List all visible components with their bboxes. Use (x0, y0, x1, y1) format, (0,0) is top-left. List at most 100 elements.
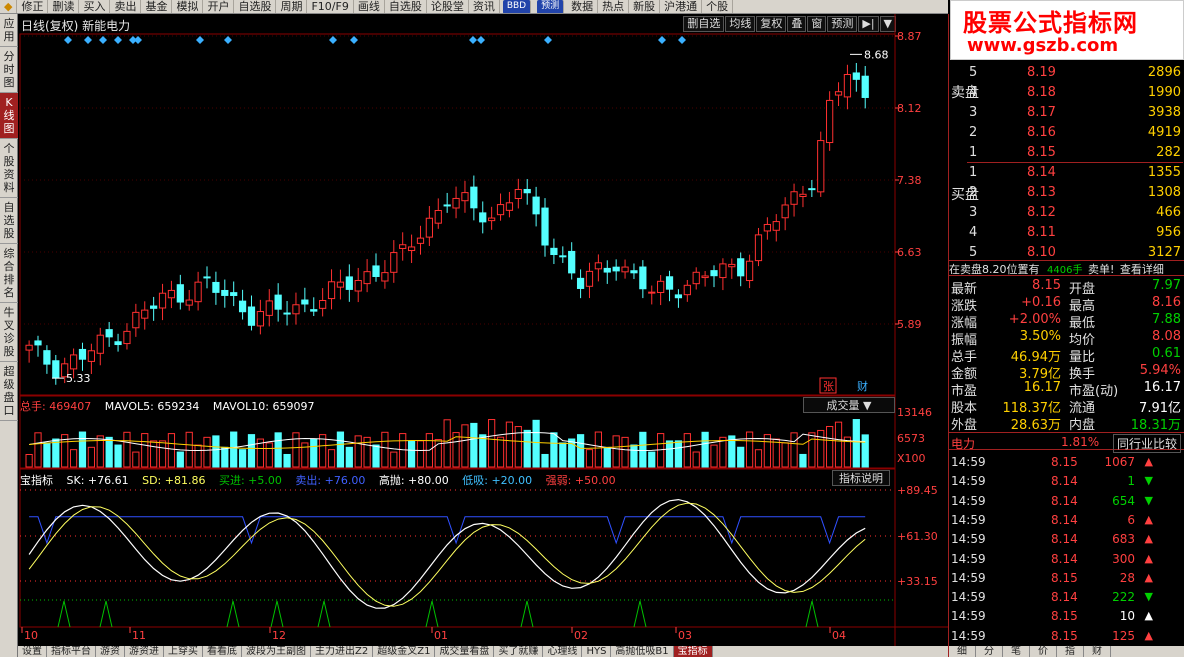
bottom-tab-1[interactable]: 指标平台 (47, 646, 96, 657)
indicator-axis-label: +33.15 (897, 575, 938, 588)
level-price: 8.18 (1027, 85, 1056, 100)
volume-bar (327, 449, 336, 468)
volume-bar (496, 436, 505, 468)
candle-body (817, 140, 825, 193)
bottom-tab-12[interactable]: HYS (582, 646, 612, 657)
right-tab-2[interactable]: 笔 (1003, 646, 1030, 657)
candle-body (141, 309, 149, 319)
bottom-tab-6[interactable]: 波段为王副图 (242, 646, 311, 657)
stat-value: +0.16 (1021, 295, 1061, 310)
signal-diamond-icon (134, 36, 142, 44)
cai-badge: 财 (857, 379, 868, 393)
bottom-tab-13[interactable]: 高抛低吸B1 (611, 646, 674, 657)
bottom-tab-10[interactable]: 买了就赚 (494, 646, 544, 657)
candle-body (683, 284, 691, 296)
trade-row: 14:59 8.15 125 ▲ (951, 627, 1183, 646)
buy-level-row[interactable]: 4 8.11 956 (967, 222, 1183, 242)
trade-row: 14:59 8.14 683 ▲ (951, 530, 1183, 549)
volume-bar (158, 440, 167, 468)
trade-volume: 300 (1112, 551, 1135, 566)
candle-body (194, 281, 202, 303)
right-tab-3[interactable]: 价 (1030, 646, 1057, 657)
trade-time: 14:59 (951, 609, 986, 624)
right-tab-5[interactable]: 财 (1084, 646, 1111, 657)
right-tab-0[interactable]: 细 (949, 646, 976, 657)
price-panel-frame (19, 33, 896, 396)
candle-body (416, 237, 425, 244)
bottom-tab-11[interactable]: 心理线 (543, 646, 583, 657)
bottom-tab-8[interactable]: 超级金叉Z1 (373, 646, 436, 657)
stat-value: 28.63万 (1010, 418, 1061, 433)
bottom-tab-5[interactable]: 看看底 (203, 646, 242, 657)
indicator-sk-line (28, 498, 866, 609)
volume-bar (150, 440, 158, 468)
bottom-tab-0[interactable]: 设置 (18, 646, 47, 657)
volume-bar (817, 429, 825, 468)
bottom-tab-2[interactable]: 游资 (96, 646, 125, 657)
level-number: 5 (969, 245, 978, 260)
volume-bar (461, 424, 469, 468)
volume-total: 总手: 469407 (20, 400, 92, 413)
trade-price: 8.14 (1051, 474, 1078, 489)
watermark-title: 股票公式指标网 (963, 9, 1138, 37)
candle-body (861, 75, 869, 98)
candle-body (692, 271, 700, 285)
bottom-tab-4[interactable]: 上穿买 (164, 646, 203, 657)
buy-level-row[interactable]: 2 8.13 1308 (967, 182, 1183, 202)
buy-signal-triangle (520, 600, 534, 628)
indicator-help-button[interactable]: 指标说明 (832, 470, 890, 486)
stat-row: 最新 8.15 开盘 7.97 (951, 278, 1183, 297)
signal-diamond-icon (99, 36, 107, 44)
bottom-tab-14[interactable]: 宝指标 (673, 646, 713, 657)
right-tab-1[interactable]: 分 (976, 646, 1003, 657)
level-volume: 466 (1156, 205, 1181, 220)
candle-body (25, 344, 33, 351)
sector-name[interactable]: 电力 (951, 435, 975, 452)
kline-chart[interactable]: 8.87 8.12 7.38 6.63 5.89 8.68 5.33 张 财 13146 6573 X… (0, 0, 948, 646)
volume-bar (407, 440, 416, 468)
buy-level-row[interactable]: 1 8.14 1355 (967, 162, 1183, 182)
volume-bar (737, 446, 745, 468)
volume-bar (799, 453, 807, 468)
candle-body (754, 234, 763, 262)
indicator-strong: 强弱: +50.00 (545, 474, 616, 487)
stat-row: 外盘 28.63万 内盘 18.31万 (951, 414, 1183, 433)
volume-bar (87, 446, 95, 468)
candle-body (719, 263, 727, 279)
trade-time: 14:59 (951, 455, 986, 469)
signal-diamond-icon (658, 36, 666, 44)
level-volume: 956 (1156, 225, 1181, 240)
candle-body (319, 300, 327, 309)
volume-bar (488, 419, 496, 468)
candle-body (488, 217, 496, 222)
volume-bar (141, 433, 149, 468)
sell-level-row[interactable]: 1 8.15 282 (967, 142, 1183, 162)
candle-body (843, 74, 852, 98)
buy-level-row[interactable]: 3 8.12 466 (967, 202, 1183, 222)
sell-level-row[interactable]: 4 8.18 1990 (967, 82, 1183, 102)
volume-bar (221, 446, 229, 468)
volume-bar (479, 434, 487, 468)
sell-level-row[interactable]: 3 8.17 3938 (967, 102, 1183, 122)
sell-level-row[interactable]: 5 8.19 2896 (967, 62, 1183, 82)
sell-level-row[interactable]: 2 8.16 4919 (967, 122, 1183, 142)
level-volume: 3127 (1147, 245, 1181, 260)
volume-bar (550, 432, 558, 468)
signal-diamond-icon (114, 36, 122, 44)
candle-body (665, 276, 674, 290)
bottom-tab-7[interactable]: 主力进出Z2 (311, 646, 374, 657)
bottom-tab-3[interactable]: 游资进 (125, 646, 164, 657)
indicator-high: 高抛: +80.00 (378, 474, 449, 487)
buy-level-row[interactable]: 5 8.10 3127 (967, 242, 1183, 262)
candle-body (336, 281, 345, 288)
candle-body (34, 340, 42, 346)
volume-indicator-dropdown[interactable]: 成交量 ▼ (803, 397, 895, 413)
sector-compare-button[interactable]: 同行业比较 (1113, 434, 1182, 453)
volume-bar (781, 442, 789, 468)
signal-diamond-icon (196, 36, 204, 44)
notice-detail-link[interactable]: 查看详细 (1120, 263, 1164, 275)
right-tab-4[interactable]: 指 (1057, 646, 1084, 657)
volume-bar (505, 421, 514, 468)
candle-body (399, 244, 407, 249)
bottom-tab-9[interactable]: 成交量看盘 (435, 646, 495, 657)
